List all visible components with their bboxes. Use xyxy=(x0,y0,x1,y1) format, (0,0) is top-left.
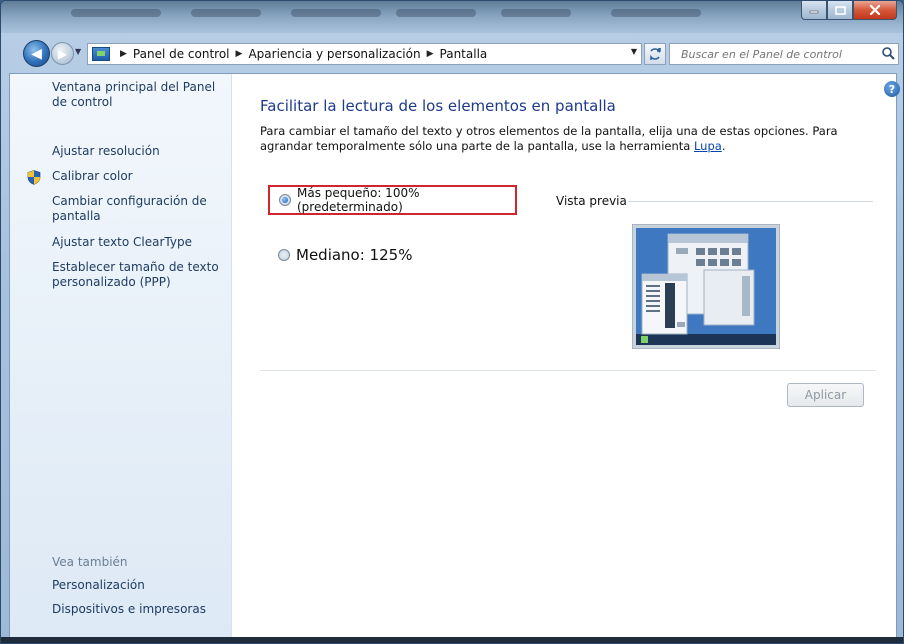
breadcrumb-chevron-icon[interactable]: ▶ xyxy=(236,49,243,59)
sidebar-link-calibrate-color[interactable]: Calibrar color xyxy=(52,169,227,184)
blurred-title-fragment xyxy=(291,9,381,17)
breadcrumb-item[interactable]: Pantalla xyxy=(440,47,488,61)
forward-button[interactable]: ▶ xyxy=(51,42,74,65)
breadcrumb-chevron-icon[interactable]: ▶ xyxy=(120,49,127,59)
title-bar[interactable] xyxy=(1,1,903,33)
search-input[interactable] xyxy=(681,47,871,61)
sidebar-link-devices-printers[interactable]: Dispositivos e impresoras xyxy=(52,602,227,617)
option-smaller-label[interactable]: Más pequeño: 100% (predeterminado) xyxy=(297,186,515,214)
option-medium-label[interactable]: Mediano: 125% xyxy=(296,246,412,264)
sidebar-link-custom-text-size[interactable]: Establecer tamaño de texto personalizado… xyxy=(52,260,227,290)
help-icon[interactable]: ? xyxy=(884,81,900,97)
caption-buttons xyxy=(801,1,897,20)
breadcrumb-chevron-icon[interactable]: ▶ xyxy=(427,49,434,59)
breadcrumb-item[interactable]: Panel de control xyxy=(133,47,230,61)
back-button[interactable]: ◀ xyxy=(23,40,50,67)
sidebar-link-adjust-cleartype[interactable]: Ajustar texto ClearType xyxy=(52,235,227,250)
page-description: Para cambiar el tamaño del texto y otros… xyxy=(260,124,890,154)
apply-button[interactable]: Aplicar xyxy=(787,383,864,407)
option-medium[interactable]: Mediano: 125% xyxy=(278,246,412,264)
sidebar-link-adjust-resolution[interactable]: Ajustar resolución xyxy=(52,144,227,159)
minimize-icon xyxy=(809,10,819,14)
chevron-down-icon: ▼ xyxy=(75,47,82,56)
preview-divider xyxy=(628,201,873,202)
refresh-icon xyxy=(650,48,661,60)
magnifier-link[interactable]: Lupa xyxy=(694,139,722,153)
address-bar[interactable]: ▶ Panel de control ▶ Apariencia y person… xyxy=(87,43,642,65)
window-bottom-edge xyxy=(1,637,903,643)
minimize-button[interactable] xyxy=(801,1,827,20)
close-icon xyxy=(869,5,881,15)
preview-label: Vista previa xyxy=(556,194,627,208)
maximize-button[interactable] xyxy=(827,1,853,20)
radio-medium[interactable] xyxy=(278,249,290,261)
sidebar-link-control-panel-home[interactable]: Ventana principal del Panel de control xyxy=(52,80,227,110)
description-end: . xyxy=(721,139,726,153)
recent-pages-button[interactable]: ▼ xyxy=(75,47,81,56)
content-area: Ventana principal del Panel de control A… xyxy=(9,73,900,639)
display-preview-image xyxy=(632,224,780,349)
blurred-title-fragment xyxy=(611,9,701,17)
option-smaller-highlighted[interactable]: Más pequeño: 100% (predeterminado) xyxy=(268,185,517,215)
sidebar-link-change-display-settings[interactable]: Cambiar configuración de pantalla xyxy=(52,194,227,224)
radio-smaller[interactable] xyxy=(279,194,291,206)
section-divider xyxy=(260,370,876,371)
maximize-icon xyxy=(834,5,846,15)
search-box[interactable] xyxy=(669,43,899,65)
description-text: Para cambiar el tamaño del texto y otros… xyxy=(260,124,838,153)
main-panel: ? Facilitar la lectura de los elementos … xyxy=(232,74,900,638)
control-panel-icon xyxy=(92,47,110,61)
blurred-title-fragment xyxy=(191,9,261,17)
blurred-title-fragment xyxy=(501,9,571,17)
refresh-button[interactable] xyxy=(644,43,666,65)
blurred-title-fragment xyxy=(396,9,476,17)
shield-icon xyxy=(27,170,41,185)
breadcrumb-item[interactable]: Apariencia y personalización xyxy=(248,47,420,61)
close-button[interactable] xyxy=(853,1,897,20)
sidebar: Ventana principal del Panel de control A… xyxy=(10,74,232,638)
navigation-bar: ◀ ▶ ▼ ▶ Panel de control ▶ Apariencia y … xyxy=(1,33,903,73)
sidebar-link-personalization[interactable]: Personalización xyxy=(52,578,227,593)
see-also-heading: Vea también xyxy=(52,555,128,569)
arrow-left-icon: ◀ xyxy=(31,45,42,62)
blurred-title-fragment xyxy=(71,9,161,17)
arrow-right-icon: ▶ xyxy=(57,46,68,61)
page-title: Facilitar la lectura de los elementos en… xyxy=(260,97,616,115)
address-dropdown-icon[interactable]: ▼ xyxy=(631,47,637,56)
search-icon[interactable] xyxy=(881,46,895,60)
window: ◀ ▶ ▼ ▶ Panel de control ▶ Apariencia y … xyxy=(0,0,904,644)
